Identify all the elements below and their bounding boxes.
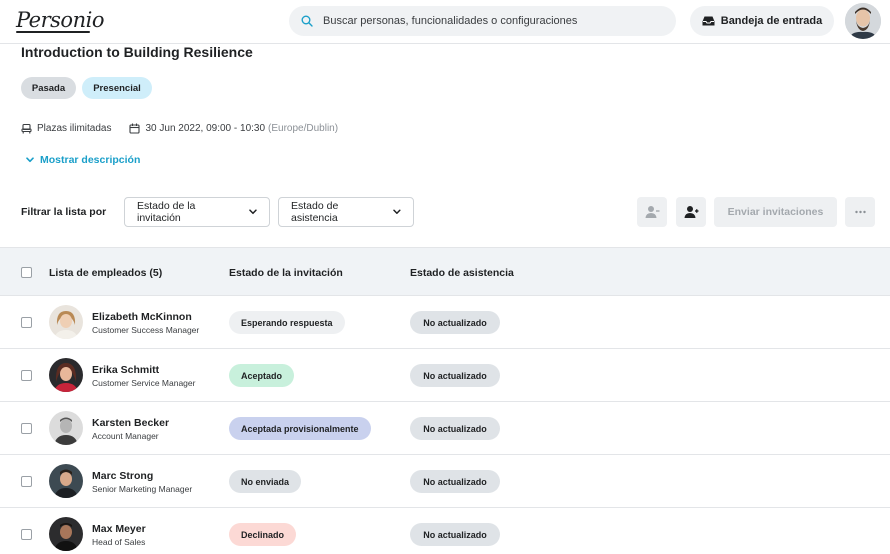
event-datetime: 30 Jun 2022, 09:00 - 10:30 — [145, 122, 266, 134]
attendance-status-badge[interactable]: No actualizado — [410, 417, 500, 440]
avatar — [49, 464, 83, 498]
show-description-label: Mostrar descripción — [40, 154, 141, 166]
show-description-link[interactable]: Mostrar descripción — [26, 154, 140, 166]
logo-underline — [16, 31, 90, 33]
row-checkbox[interactable] — [21, 370, 32, 381]
employee-name[interactable]: Marc Strong — [92, 470, 153, 482]
employee-name[interactable]: Erika Schmitt — [92, 364, 159, 376]
employee-name[interactable]: Karsten Becker — [92, 417, 169, 429]
seat-icon — [21, 123, 32, 133]
chevron-down-icon — [249, 209, 257, 215]
row-checkbox[interactable] — [21, 423, 32, 434]
inbox-label: Bandeja de entrada — [720, 15, 823, 27]
row-checkbox[interactable] — [21, 476, 32, 487]
invitation-status-dropdown[interactable]: Estado de la invitación — [124, 197, 270, 227]
inbox-icon — [702, 16, 715, 26]
table-row[interactable]: Elizabeth McKinnon Customer Success Mana… — [0, 296, 890, 349]
event-meta: Plazas ilimitadas 30 Jun 2022, 09:00 - 1… — [21, 121, 338, 135]
add-participant-button[interactable] — [676, 197, 706, 227]
add-user-icon — [684, 206, 698, 218]
employee-name[interactable]: Max Meyer — [92, 523, 146, 535]
user-avatar[interactable] — [845, 3, 881, 39]
avatar — [49, 411, 83, 445]
employee-role: Customer Success Manager — [92, 325, 200, 335]
more-icon — [854, 210, 866, 214]
more-options-button[interactable] — [845, 197, 875, 227]
attendance-status-badge[interactable]: No actualizado — [410, 311, 500, 334]
invitation-status-badge: Declinado — [229, 523, 297, 546]
personio-logo[interactable]: Personio — [16, 8, 104, 32]
top-bar: Personio Bandeja de entrada — [0, 0, 890, 44]
page-title: Introduction to Building Resilience — [21, 44, 253, 60]
avatar — [49, 358, 83, 392]
type-badge-in-person: Presencial — [82, 77, 152, 99]
employee-role: Senior Marketing Manager — [92, 484, 193, 494]
remove-user-icon — [645, 206, 659, 218]
column-header-invitation: Estado de la invitación — [229, 267, 343, 279]
avatar — [49, 305, 83, 339]
table-row[interactable]: Max Meyer Head of Sales Declinado No act… — [0, 508, 890, 554]
employee-role: Customer Service Manager — [92, 378, 196, 388]
attendance-status-badge[interactable]: No actualizado — [410, 364, 500, 387]
calendar-icon — [129, 123, 141, 134]
seats-text: Plazas ilimitadas — [37, 122, 112, 134]
search-icon — [301, 15, 313, 27]
invitation-status-badge: Aceptado — [229, 364, 295, 387]
select-all-checkbox[interactable] — [21, 267, 32, 278]
invitation-status-badge: No enviada — [229, 470, 302, 493]
invitation-status-dropdown-label: Estado de la invitación — [137, 200, 196, 224]
inbox-button[interactable]: Bandeja de entrada — [690, 6, 834, 36]
status-badge-past: Pasada — [21, 77, 76, 99]
filter-label: Filtrar la lista por — [21, 206, 107, 218]
send-invitations-button[interactable]: Enviar invitaciones — [714, 197, 837, 227]
column-header-employees: Lista de empleados (5) — [49, 267, 163, 279]
attendance-status-badge[interactable]: No actualizado — [410, 470, 500, 493]
table-row[interactable]: Erika Schmitt Customer Service Manager A… — [0, 349, 890, 402]
attendance-status-badge[interactable]: No actualizado — [410, 523, 500, 546]
table-header: Lista de empleados (5) Estado de la invi… — [0, 247, 890, 296]
attendance-status-dropdown[interactable]: Estado de asistencia — [278, 197, 414, 227]
invitation-status-badge: Esperando respuesta — [229, 311, 345, 334]
event-timezone: (Europe/Dublin) — [268, 122, 339, 134]
chevron-down-icon — [393, 209, 401, 214]
employee-role: Account Manager — [92, 431, 159, 441]
table-row[interactable]: Karsten Becker Account Manager Aceptada … — [0, 402, 890, 455]
row-checkbox[interactable] — [21, 317, 32, 328]
row-checkbox[interactable] — [21, 529, 32, 540]
chevron-down-icon — [26, 157, 34, 163]
column-header-attendance: Estado de asistencia — [410, 267, 514, 279]
avatar — [49, 517, 83, 551]
attendance-status-dropdown-label: Estado de asistencia — [291, 200, 339, 224]
employee-name[interactable]: Elizabeth McKinnon — [92, 311, 192, 323]
employee-role: Head of Sales — [92, 537, 146, 547]
remove-participant-button[interactable] — [637, 197, 667, 227]
search-input[interactable] — [289, 6, 676, 36]
table-row[interactable]: Marc Strong Senior Marketing Manager No … — [0, 455, 890, 508]
invitation-status-badge: Aceptada provisionalmente — [229, 417, 371, 440]
